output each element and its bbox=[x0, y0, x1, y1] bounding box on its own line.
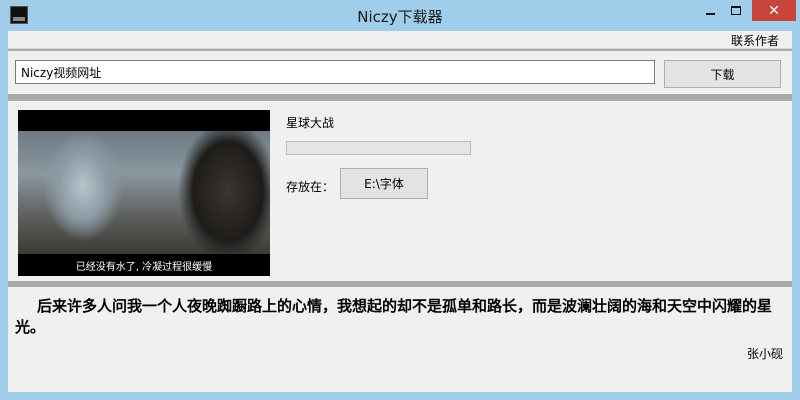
video-url-input[interactable] bbox=[15, 60, 655, 84]
save-path-button[interactable]: E:\字体 bbox=[340, 168, 428, 199]
quote-author: 张小砚 bbox=[746, 347, 783, 361]
url-panel: 下载 bbox=[8, 51, 792, 94]
minimize-icon bbox=[706, 12, 715, 15]
thumbnail-caption: 已经没有水了, 冷凝过程很缓慢 bbox=[75, 262, 213, 273]
menu-bar: 联系作者 bbox=[8, 31, 792, 49]
thumbnail-image bbox=[18, 131, 270, 254]
title-bar: Niczy下载器 ✕ bbox=[0, 0, 800, 31]
video-thumbnail: 已经没有水了, 冷凝过程很缓慢 bbox=[18, 110, 270, 276]
menu-contact-author[interactable]: 联系作者 bbox=[731, 32, 779, 49]
quote-panel: 后来许多人问我一个人夜晚踟蹰路上的心情，我想起的却不是孤单和路长，而是波澜壮阔的… bbox=[8, 287, 792, 392]
maximize-icon bbox=[731, 6, 741, 15]
download-progress-bar bbox=[286, 141, 471, 155]
minimize-button[interactable] bbox=[697, 0, 724, 21]
video-title: 星球大战 bbox=[286, 116, 335, 130]
close-icon: ✕ bbox=[768, 2, 780, 19]
video-info-panel: 已经没有水了, 冷凝过程很缓慢 星球大战 存放在： E:\字体 bbox=[8, 101, 792, 281]
quote-text: 后来许多人问我一个人夜晚踟蹰路上的心情，我想起的却不是孤单和路长，而是波澜壮阔的… bbox=[15, 297, 773, 336]
client-area: 联系作者 下载 已经没有水了, 冷凝过程很缓慢 星球大战 存放在： E:\字体 … bbox=[8, 31, 792, 392]
close-button[interactable]: ✕ bbox=[752, 0, 796, 21]
maximize-button[interactable] bbox=[723, 0, 749, 21]
download-button[interactable]: 下载 bbox=[664, 60, 781, 88]
window-title: Niczy下载器 bbox=[357, 8, 443, 26]
save-location-label: 存放在： bbox=[286, 180, 335, 194]
